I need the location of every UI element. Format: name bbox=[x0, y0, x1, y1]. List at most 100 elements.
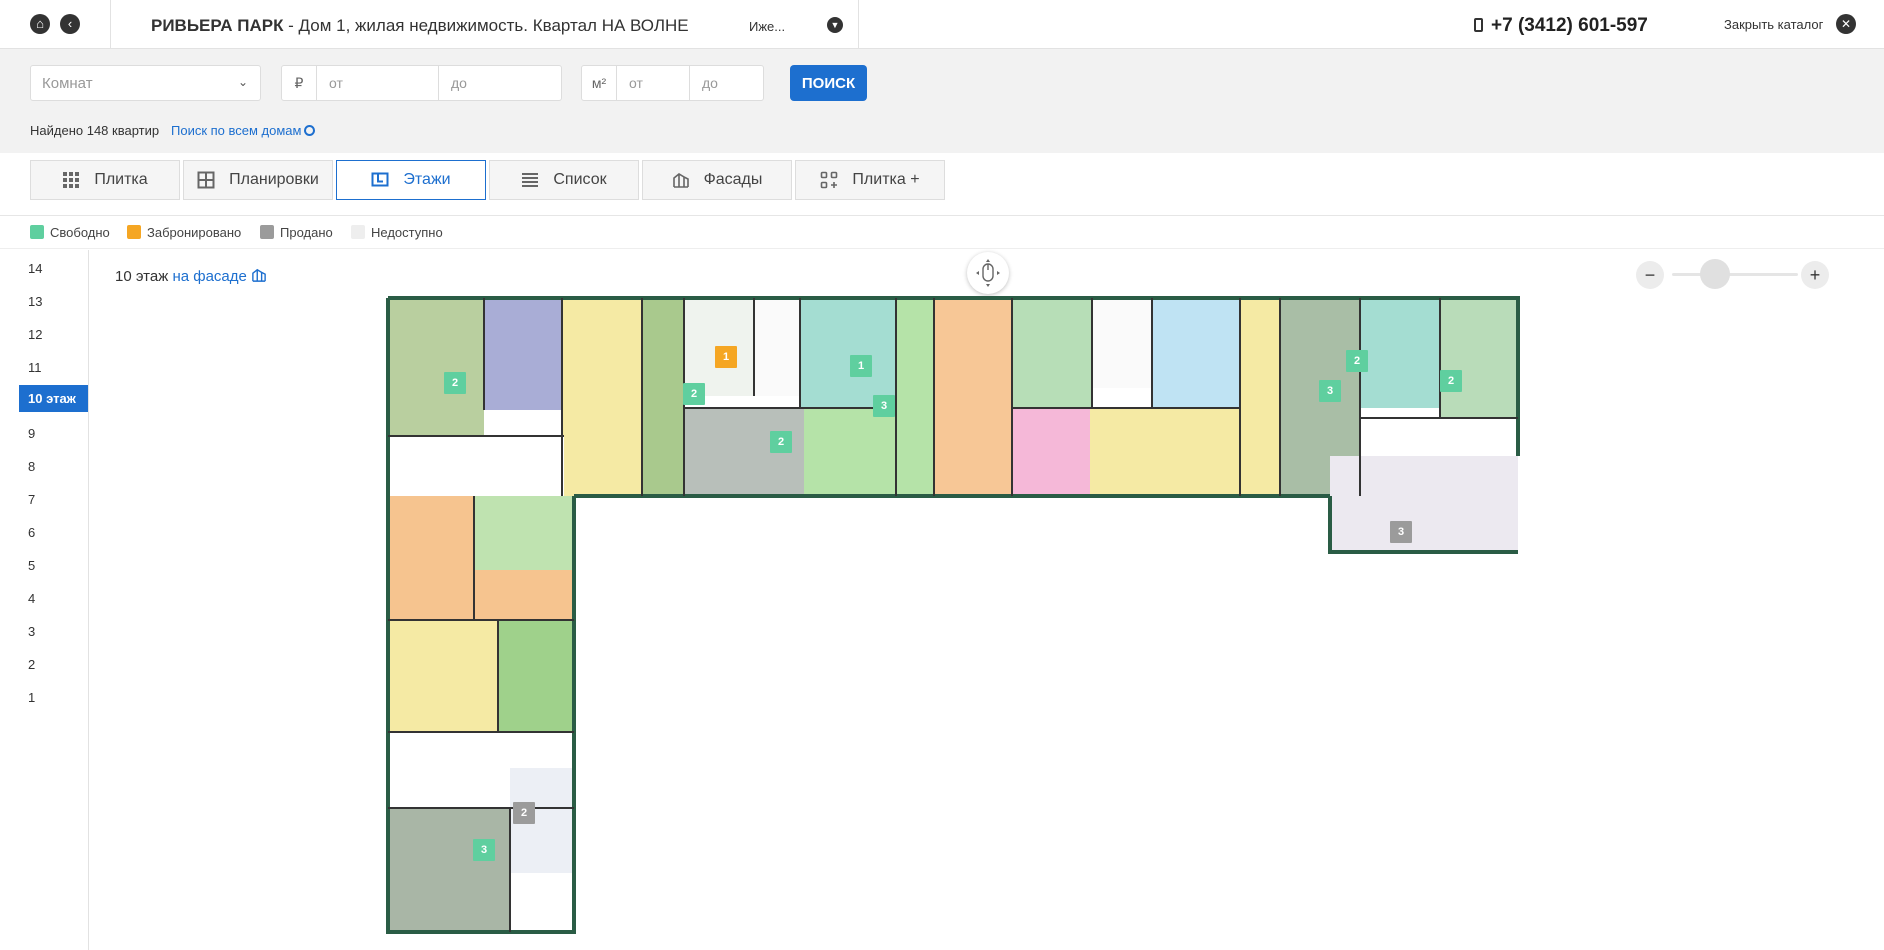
legend-unavailable: Недоступно bbox=[351, 225, 443, 240]
apartment[interactable] bbox=[484, 298, 562, 410]
floor-icon bbox=[371, 172, 389, 187]
chevron-down-icon[interactable]: ▼ bbox=[827, 17, 843, 33]
floor-item[interactable]: 5 bbox=[19, 552, 88, 579]
apartment[interactable] bbox=[1240, 298, 1280, 496]
status-legend: Свободно Забронировано Продано Недоступн… bbox=[0, 217, 1884, 249]
floor-item[interactable]: 7 bbox=[19, 486, 88, 513]
tiles-plus-icon bbox=[821, 171, 838, 189]
apartment[interactable] bbox=[804, 408, 896, 496]
tab-tiles-plus[interactable]: Плитка + bbox=[795, 160, 945, 200]
corridor bbox=[388, 436, 564, 496]
apartment[interactable] bbox=[934, 298, 1012, 496]
page-title: РИВЬЕРА ПАРК - Дом 1, жилая недвижимость… bbox=[151, 16, 689, 35]
apartment-badge[interactable]: 1 bbox=[850, 355, 872, 377]
floor-item[interactable]: 14 bbox=[19, 255, 88, 282]
close-catalog-label[interactable]: Закрыть каталог bbox=[1724, 17, 1823, 32]
area-unit: м² bbox=[582, 66, 617, 100]
home-icon[interactable]: ⌂ bbox=[30, 14, 50, 34]
apartment[interactable] bbox=[388, 496, 474, 620]
facade-link[interactable]: на фасаде bbox=[172, 268, 246, 285]
apartment-badge[interactable]: 2 bbox=[770, 431, 792, 453]
back-icon[interactable]: ‹ bbox=[60, 14, 80, 34]
floor-item[interactable]: 8 bbox=[19, 453, 88, 480]
apartment-badge[interactable]: 3 bbox=[1390, 521, 1412, 543]
apartment-badge[interactable]: 2 bbox=[1346, 350, 1368, 372]
zoom-slider[interactable] bbox=[1672, 273, 1798, 276]
apartment-badge[interactable]: 2 bbox=[683, 383, 705, 405]
house-select[interactable]: Иже... bbox=[749, 19, 785, 34]
corridor bbox=[1360, 418, 1518, 456]
filter-panel: Комнат ⌄ ₽ м² ПОИСК Найдено 148 квартир … bbox=[0, 49, 1884, 153]
apartment-badge[interactable]: 2 bbox=[444, 372, 466, 394]
apartment[interactable] bbox=[642, 396, 684, 496]
apartment[interactable] bbox=[1012, 408, 1090, 496]
apartment[interactable] bbox=[498, 620, 574, 732]
zoom-in-button[interactable]: + bbox=[1801, 261, 1829, 289]
apartment-badge[interactable]: 1 bbox=[715, 346, 737, 368]
apartment-badge[interactable]: 3 bbox=[1319, 380, 1341, 402]
floor-item[interactable]: 12 bbox=[19, 321, 88, 348]
sold-swatch bbox=[260, 225, 274, 239]
apartment[interactable] bbox=[388, 298, 484, 436]
apartment bbox=[1330, 456, 1518, 552]
floor-item[interactable]: 1 bbox=[19, 684, 88, 711]
results-count: Найдено 148 квартир bbox=[30, 123, 160, 138]
floor-selector: 14 13 12 11 10 этаж 9 8 7 6 5 4 3 2 1 bbox=[0, 250, 89, 950]
floor-item[interactable]: 3 bbox=[19, 618, 88, 645]
floor-item[interactable]: 4 bbox=[19, 585, 88, 612]
ruble-icon: ₽ bbox=[282, 66, 317, 100]
rooms-select[interactable]: Комнат ⌄ bbox=[30, 65, 261, 101]
tab-list[interactable]: Список bbox=[489, 160, 639, 200]
apartment[interactable] bbox=[388, 808, 510, 932]
area-to-input[interactable] bbox=[690, 66, 763, 100]
tab-floors[interactable]: Этажи bbox=[336, 160, 486, 200]
apartment[interactable] bbox=[896, 298, 934, 496]
floor-item-active[interactable]: 10 этаж bbox=[19, 385, 88, 412]
floor-item[interactable]: 9 bbox=[19, 420, 88, 447]
apartment[interactable] bbox=[388, 620, 498, 732]
tab-facades[interactable]: Фасады bbox=[642, 160, 792, 200]
search-all-houses-link[interactable]: Поиск по всем домам bbox=[171, 123, 316, 138]
floor-plan: 1 2 2 1 3 2 2 3 2 3 2 3 bbox=[380, 290, 1520, 940]
divider bbox=[858, 0, 859, 49]
floor-item[interactable]: 11 bbox=[19, 354, 88, 381]
zoom-slider-handle[interactable] bbox=[1700, 259, 1730, 289]
close-icon[interactable]: ✕ bbox=[1836, 14, 1856, 34]
chevron-down-icon: ⌄ bbox=[237, 75, 248, 89]
floor-item[interactable]: 2 bbox=[19, 651, 88, 678]
apartment[interactable] bbox=[474, 570, 574, 620]
price-from-input[interactable] bbox=[317, 66, 439, 100]
price-to-input[interactable] bbox=[439, 66, 561, 100]
apartment-badge[interactable]: 3 bbox=[873, 395, 895, 417]
apartment[interactable] bbox=[1012, 298, 1092, 408]
unavailable-swatch bbox=[351, 225, 365, 239]
apartment[interactable] bbox=[1170, 408, 1240, 496]
floor-item[interactable]: 6 bbox=[19, 519, 88, 546]
price-range: ₽ bbox=[281, 65, 562, 101]
phone-number[interactable]: +7 (3412) 601-597 bbox=[1474, 15, 1648, 37]
apartment[interactable] bbox=[1440, 298, 1518, 418]
floor-heading: 10 этаж на фасаде bbox=[115, 268, 267, 285]
tab-tiles[interactable]: Плитка bbox=[30, 160, 180, 200]
floor-plan-drawing bbox=[386, 296, 1520, 934]
apartment[interactable] bbox=[1090, 408, 1170, 496]
apartment-badge[interactable]: 2 bbox=[513, 802, 535, 824]
floor-item[interactable]: 13 bbox=[19, 288, 88, 315]
apartment-badge[interactable]: 2 bbox=[1440, 370, 1462, 392]
apartment[interactable] bbox=[800, 298, 896, 408]
apartment-badge[interactable]: 3 bbox=[473, 839, 495, 861]
search-button[interactable]: ПОИСК bbox=[790, 65, 867, 101]
area-range: м² bbox=[581, 65, 764, 101]
apartment[interactable] bbox=[1152, 298, 1240, 408]
zoom-out-button[interactable]: − bbox=[1636, 261, 1664, 289]
grid-icon bbox=[63, 172, 80, 188]
facade-icon[interactable] bbox=[251, 268, 267, 282]
list-icon bbox=[522, 173, 539, 187]
legend-free: Свободно bbox=[30, 225, 110, 240]
tab-layouts[interactable]: Планировки bbox=[183, 160, 333, 200]
stairwell bbox=[1092, 298, 1152, 388]
apartment[interactable] bbox=[1360, 298, 1440, 408]
apartment[interactable] bbox=[474, 496, 574, 570]
area-from-input[interactable] bbox=[617, 66, 690, 100]
apartment[interactable] bbox=[562, 298, 642, 496]
